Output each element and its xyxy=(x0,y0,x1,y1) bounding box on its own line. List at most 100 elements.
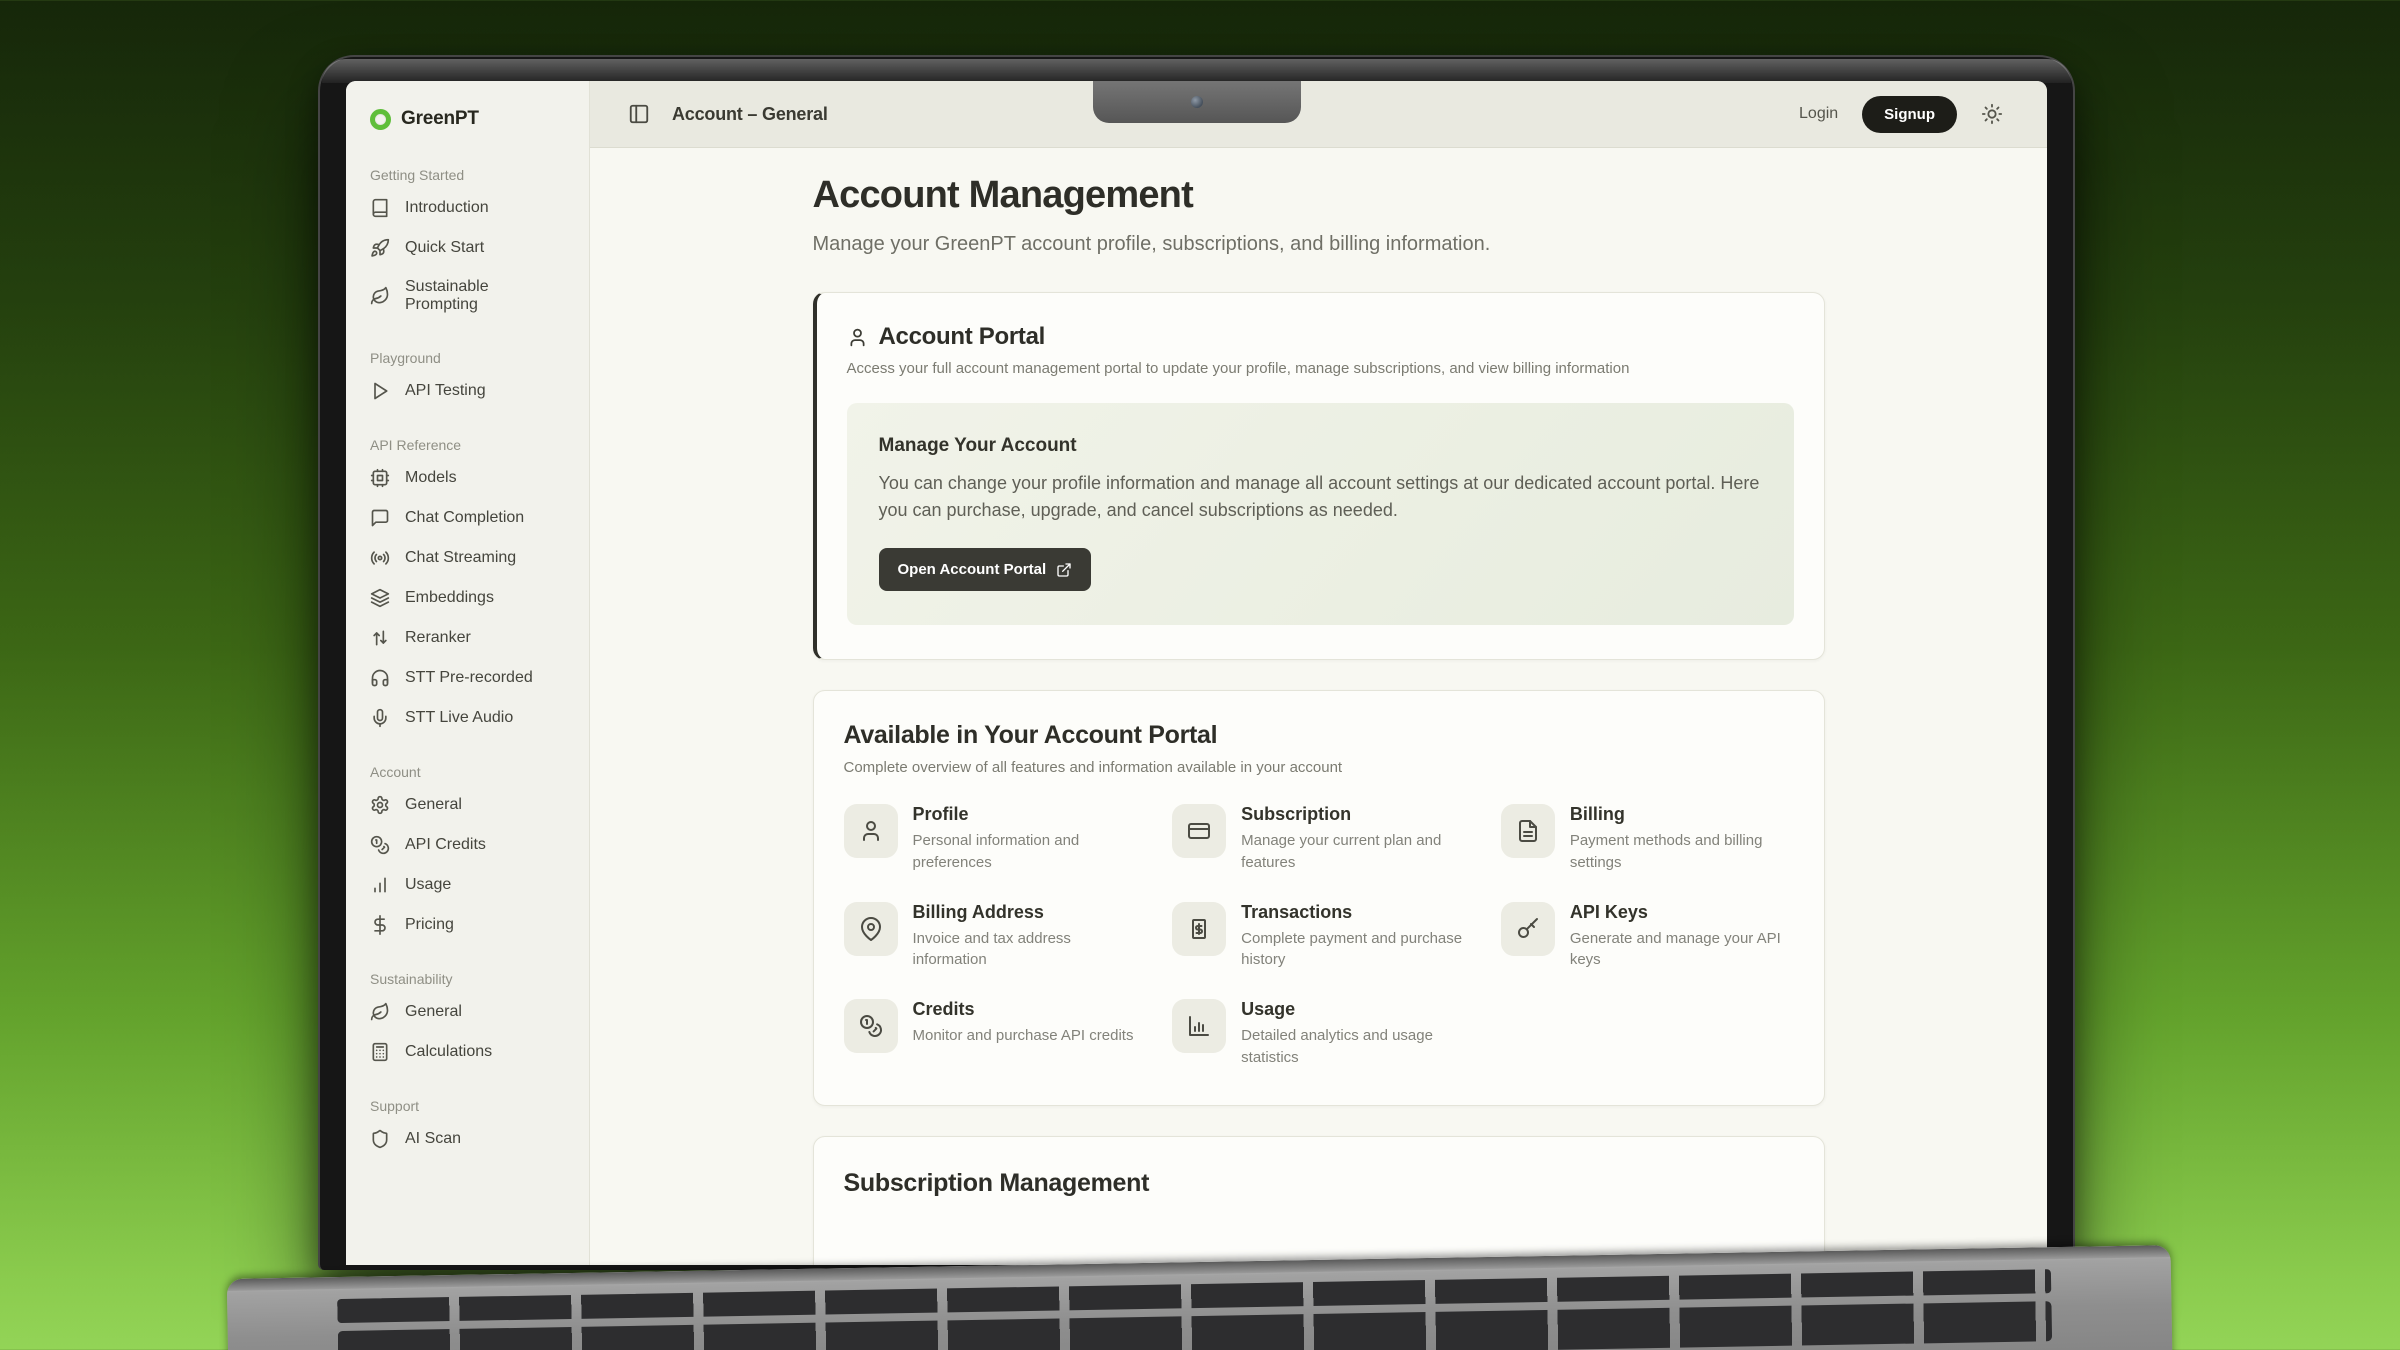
sidebar-item-sustainability-general[interactable]: General xyxy=(346,992,589,1032)
feature-icon-box xyxy=(1501,902,1555,956)
feature-description: Complete payment and purchase history xyxy=(1241,928,1465,972)
feature-credits: Credits Monitor and purchase API credits xyxy=(844,999,1137,1069)
sidebar-item-ai-scan[interactable]: AI Scan xyxy=(346,1119,589,1159)
sidebar-item-calculations[interactable]: Calculations xyxy=(346,1032,589,1072)
person-icon xyxy=(847,327,868,348)
account-portal-card: Account Portal Access your full account … xyxy=(813,292,1825,660)
feature-icon-box xyxy=(1501,804,1555,858)
sidebar-section-label: Sustainability xyxy=(346,971,589,987)
feature-description: Detailed analytics and usage statistics xyxy=(1241,1025,1465,1069)
layers-icon xyxy=(370,588,390,608)
sidebar-section-label: Account xyxy=(346,764,589,780)
sidebar-item-stt-pre-recorded[interactable]: STT Pre-recorded xyxy=(346,658,589,698)
sidebar-toggle-icon[interactable] xyxy=(628,103,650,125)
feature-billing-address: Billing Address Invoice and tax address … xyxy=(844,902,1137,972)
sidebar-item-quick-start[interactable]: Quick Start xyxy=(346,228,589,268)
sidebar-item-label: Models xyxy=(405,469,457,487)
user-icon xyxy=(859,819,883,843)
feature-description: Monitor and purchase API credits xyxy=(913,1025,1134,1047)
sidebar-section-label: Playground xyxy=(346,350,589,366)
sidebar-section-api-reference: API Reference Models Chat Completion Cha… xyxy=(346,437,589,738)
sidebar: GreenPT Getting Started Introduction Qui… xyxy=(346,81,590,1265)
sidebar-item-introduction[interactable]: Introduction xyxy=(346,188,589,228)
sidebar-item-pricing[interactable]: Pricing xyxy=(346,905,589,945)
sidebar-item-label: API Credits xyxy=(405,836,486,854)
webcam-icon xyxy=(1191,96,1203,108)
gear-icon xyxy=(370,795,390,815)
feature-icon-box xyxy=(1172,999,1226,1053)
brand-name: GreenPT xyxy=(401,108,479,130)
sidebar-item-sustainable-prompting[interactable]: Sustainable Prompting xyxy=(346,268,589,324)
signup-button[interactable]: Signup xyxy=(1862,96,1957,133)
feature-description: Generate and manage your API keys xyxy=(1570,928,1794,972)
brand-logo[interactable]: GreenPT xyxy=(346,97,589,141)
sidebar-item-label: Embeddings xyxy=(405,589,494,607)
laptop-frame: GreenPT Getting Started Introduction Qui… xyxy=(318,55,2075,1270)
feature-title: Transactions xyxy=(1241,902,1465,923)
feature-transactions: Transactions Complete payment and purcha… xyxy=(1172,902,1465,972)
sidebar-item-label: Reranker xyxy=(405,629,471,647)
sidebar-item-embeddings[interactable]: Embeddings xyxy=(346,578,589,618)
sidebar-item-label: Chat Completion xyxy=(405,509,524,527)
sidebar-item-models[interactable]: Models xyxy=(346,458,589,498)
credit-card-icon xyxy=(1187,819,1211,843)
bar-chart-icon xyxy=(370,875,390,895)
sidebar-item-reranker[interactable]: Reranker xyxy=(346,618,589,658)
feature-description: Invoice and tax address information xyxy=(913,928,1137,972)
sidebar-item-label: Pricing xyxy=(405,916,454,934)
sidebar-item-chat-completion[interactable]: Chat Completion xyxy=(346,498,589,538)
sort-arrows-icon xyxy=(370,628,390,648)
account-portal-title: Account Portal xyxy=(879,323,1045,351)
external-link-icon xyxy=(1056,562,1072,578)
portal-features-card: Available in Your Account Portal Complet… xyxy=(813,690,1825,1106)
play-icon xyxy=(370,381,390,401)
sidebar-item-stt-live-audio[interactable]: STT Live Audio xyxy=(346,698,589,738)
leaf-icon xyxy=(370,1002,390,1022)
open-account-portal-button[interactable]: Open Account Portal xyxy=(879,548,1092,591)
sidebar-item-chat-streaming[interactable]: Chat Streaming xyxy=(346,538,589,578)
features-grid: Profile Personal information and prefere… xyxy=(844,804,1794,1069)
feature-title: Billing xyxy=(1570,804,1794,825)
manage-account-body: You can change your profile information … xyxy=(879,470,1762,524)
sidebar-item-api-testing[interactable]: API Testing xyxy=(346,371,589,411)
sidebar-section-label: Getting Started xyxy=(346,167,589,183)
feature-billing: Billing Payment methods and billing sett… xyxy=(1501,804,1794,874)
subscription-management-title: Subscription Management xyxy=(844,1169,1794,1198)
calculator-icon xyxy=(370,1042,390,1062)
sidebar-item-label: Sustainable Prompting xyxy=(405,278,565,314)
sidebar-item-api-credits[interactable]: API Credits xyxy=(346,825,589,865)
feature-title: Credits xyxy=(913,999,1134,1020)
feature-profile: Profile Personal information and prefere… xyxy=(844,804,1137,874)
sidebar-item-label: Calculations xyxy=(405,1043,492,1061)
page-breadcrumb-title: Account – General xyxy=(672,104,828,125)
key-icon xyxy=(1516,917,1540,941)
leaf-icon xyxy=(370,286,390,306)
sidebar-item-account-general[interactable]: General xyxy=(346,785,589,825)
sidebar-section-playground: Playground API Testing xyxy=(346,350,589,411)
microphone-icon xyxy=(370,708,390,728)
file-text-icon xyxy=(1516,819,1540,843)
topbar-actions: Login Signup xyxy=(1799,96,2003,133)
book-icon xyxy=(370,198,390,218)
map-pin-icon xyxy=(859,917,883,941)
sidebar-item-label: STT Live Audio xyxy=(405,709,513,727)
feature-icon-box xyxy=(1172,902,1226,956)
feature-icon-box xyxy=(1172,804,1226,858)
open-account-portal-label: Open Account Portal xyxy=(898,561,1047,578)
sidebar-item-label: Chat Streaming xyxy=(405,549,516,567)
page-subtitle: Manage your GreenPT account profile, sub… xyxy=(813,233,1825,256)
sun-icon[interactable] xyxy=(1981,103,2003,125)
feature-title: Billing Address xyxy=(913,902,1137,923)
manage-account-panel: Manage Your Account You can change your … xyxy=(847,403,1794,625)
brand-logo-icon xyxy=(370,109,391,130)
login-link[interactable]: Login xyxy=(1799,105,1838,123)
coins-icon xyxy=(859,1014,883,1038)
sidebar-section-support: Support AI Scan xyxy=(346,1098,589,1159)
sidebar-item-label: Introduction xyxy=(405,199,489,217)
sidebar-section-label: API Reference xyxy=(346,437,589,453)
headphones-icon xyxy=(370,668,390,688)
sidebar-item-usage[interactable]: Usage xyxy=(346,865,589,905)
feature-description: Payment methods and billing settings xyxy=(1570,830,1794,874)
subscription-management-card: Subscription Management xyxy=(813,1136,1825,1266)
page-title: Account Management xyxy=(813,174,1825,217)
